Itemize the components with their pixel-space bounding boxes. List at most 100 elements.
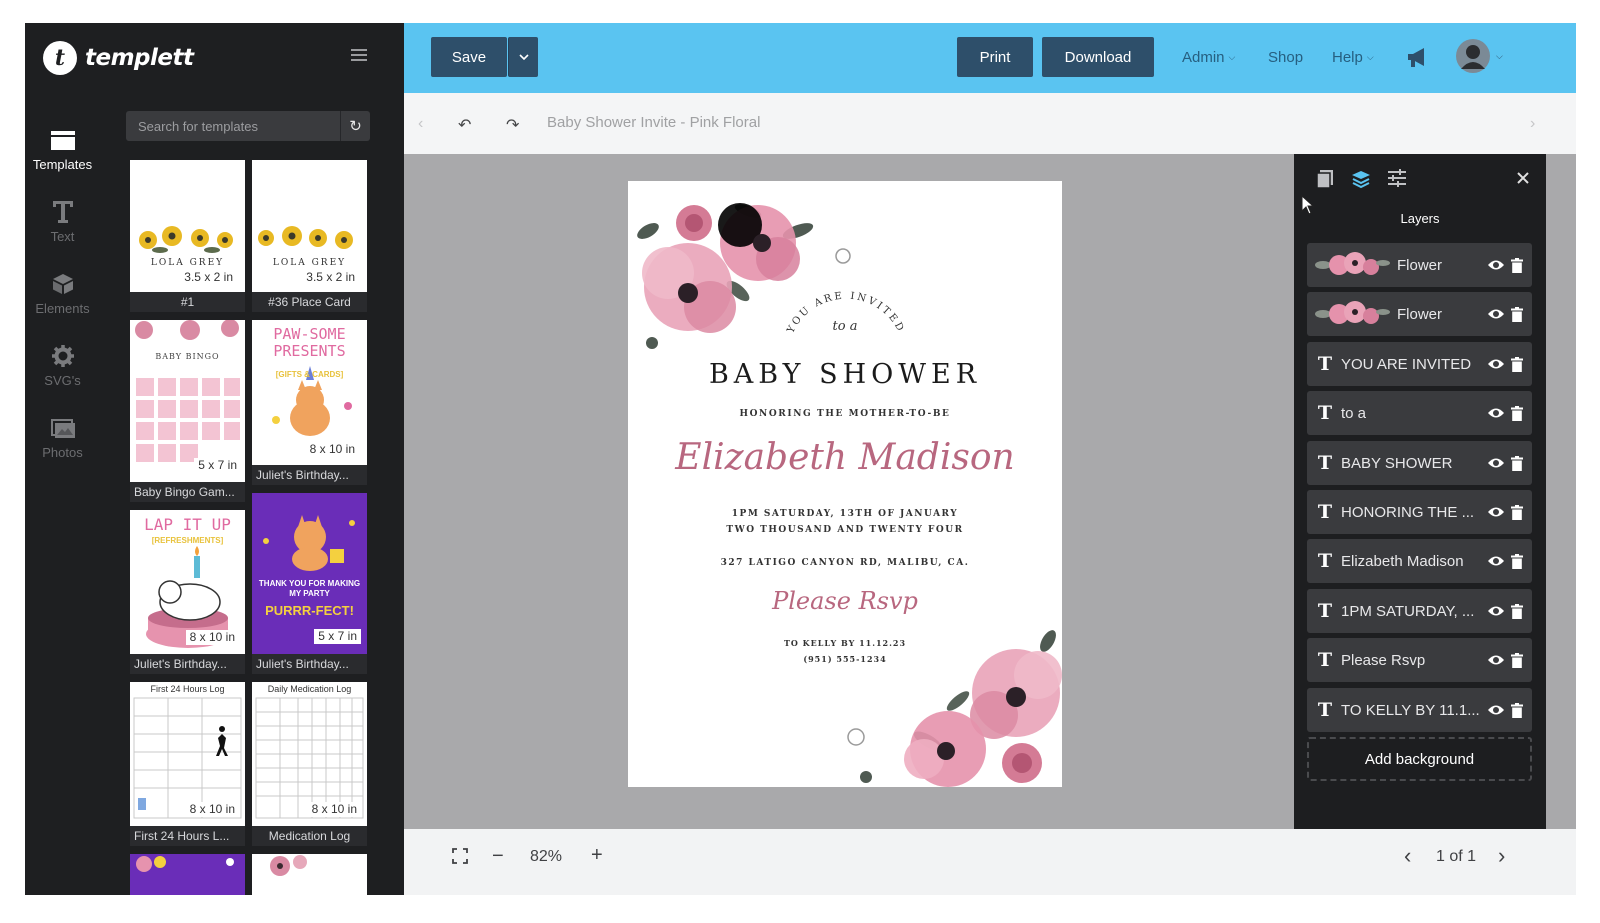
template-card[interactable]: THANK YOU FOR MAKING MY PARTY PURRR-FECT… bbox=[252, 493, 367, 674]
next-page-icon[interactable]: › bbox=[1498, 843, 1505, 869]
eye-icon[interactable] bbox=[1486, 308, 1506, 320]
back-chevron-icon[interactable]: ‹ bbox=[418, 115, 423, 133]
trash-icon[interactable] bbox=[1510, 356, 1524, 372]
avatar bbox=[1456, 39, 1490, 73]
trash-icon[interactable] bbox=[1510, 603, 1524, 619]
template-caption: Juliet's Birthday... bbox=[130, 654, 245, 674]
eye-icon[interactable] bbox=[1486, 605, 1506, 617]
eye-icon[interactable] bbox=[1486, 555, 1506, 567]
templett-logo[interactable]: t templett bbox=[43, 41, 194, 75]
forward-chevron-icon[interactable]: › bbox=[1530, 115, 1535, 133]
template-card[interactable]: BABY BINGO 5 x 7 in Baby Bingo Gam... bbox=[130, 320, 245, 502]
save-options-chevron-icon[interactable] bbox=[508, 37, 538, 77]
adjustments-icon[interactable] bbox=[1387, 169, 1407, 192]
layer-name: Flower bbox=[1397, 305, 1443, 323]
trash-icon[interactable] bbox=[1510, 405, 1524, 421]
redo-icon[interactable]: ↷ bbox=[506, 115, 519, 135]
refresh-icon[interactable]: ↻ bbox=[340, 111, 370, 141]
eye-icon[interactable] bbox=[1486, 457, 1506, 469]
eye-icon[interactable] bbox=[1486, 654, 1506, 666]
trash-icon[interactable] bbox=[1510, 652, 1524, 668]
pages-icon[interactable] bbox=[1316, 169, 1334, 194]
trash-icon[interactable] bbox=[1510, 306, 1524, 322]
layer-row[interactable]: T 1PM SATURDAY, ... bbox=[1307, 589, 1532, 633]
zoom-level[interactable]: 82% bbox=[530, 848, 562, 866]
print-button[interactable]: Print bbox=[957, 37, 1033, 77]
trash-icon[interactable] bbox=[1510, 455, 1524, 471]
layer-row[interactable]: T Please Rsvp bbox=[1307, 638, 1532, 682]
template-card[interactable]: LOLA GREY 3.5 x 2 in #1 bbox=[130, 160, 245, 312]
chevron-down-icon: ⌵ bbox=[1366, 52, 1374, 62]
layer-row[interactable]: T BABY SHOWER bbox=[1307, 441, 1532, 485]
template-card[interactable]: First 24 Hours Log 8 x 10 in First 24 Ho… bbox=[130, 682, 245, 846]
layer-row[interactable]: T YOU ARE INVITED bbox=[1307, 342, 1532, 386]
template-card[interactable]: LAP IT UP [REFRESHMENTS] 8 x 10 in Julie… bbox=[130, 510, 245, 674]
layer-name: Elizabeth Madison bbox=[1341, 552, 1464, 570]
template-card[interactable] bbox=[130, 854, 245, 895]
date-line-1: 1PM SATURDAY, 13TH OF JANUARY bbox=[731, 509, 959, 519]
template-caption: Baby Bingo Gam... bbox=[130, 482, 245, 502]
layer-name: to a bbox=[1341, 404, 1367, 422]
download-button[interactable]: Download bbox=[1042, 37, 1154, 77]
undo-icon[interactable]: ↶ bbox=[458, 115, 471, 135]
eye-icon[interactable] bbox=[1486, 407, 1506, 419]
template-card[interactable]: LOLA GREY 3.5 x 2 in #36 Place Card bbox=[252, 160, 367, 312]
shop-link[interactable]: Shop bbox=[1268, 49, 1303, 66]
zoom-in-icon[interactable]: + bbox=[591, 844, 603, 867]
fit-to-screen-icon[interactable] bbox=[452, 848, 468, 869]
layer-row[interactable]: T Elizabeth Madison bbox=[1307, 539, 1532, 583]
address-text: 327 LATIGO CANYON RD, MALIBU, CA. bbox=[720, 558, 970, 568]
help-label: Help bbox=[1332, 49, 1363, 66]
layer-name: HONORING THE ... bbox=[1341, 503, 1475, 521]
template-caption: #36 Place Card bbox=[252, 292, 367, 312]
rsvp-text: Please Rsvp bbox=[772, 587, 918, 615]
layer-name: BABY SHOWER bbox=[1341, 454, 1453, 472]
help-menu[interactable]: Help ⌵ bbox=[1332, 49, 1374, 66]
date-line-2: TWO THOUSAND AND TWENTY FOUR bbox=[726, 525, 964, 535]
layers-icon[interactable] bbox=[1351, 169, 1371, 194]
template-card[interactable] bbox=[252, 854, 367, 895]
text-layer-icon: T bbox=[1317, 402, 1333, 424]
admin-menu[interactable]: Admin ⌵ bbox=[1182, 49, 1235, 66]
trash-icon[interactable] bbox=[1510, 553, 1524, 569]
design-canvas[interactable]: YOU ARE INVITED to a BABY SHOWER HONORIN… bbox=[628, 181, 1062, 787]
layer-row[interactable]: Flower bbox=[1307, 243, 1532, 287]
gear-icon bbox=[51, 343, 74, 369]
template-card[interactable]: PAW-SOME PRESENTS [GIFTS & CARDS] 8 x 10… bbox=[252, 320, 367, 485]
template-card-subtext: PURRR-FECT! bbox=[265, 603, 354, 618]
template-caption: Juliet's Birthday... bbox=[252, 654, 367, 674]
layer-name: TO KELLY BY 11.1... bbox=[1341, 701, 1480, 719]
template-card-text: LAP IT UP bbox=[144, 515, 231, 534]
previous-page-icon[interactable]: ‹ bbox=[1404, 843, 1411, 869]
template-card[interactable]: Daily Medication Log 8 x 10 in Medicatio… bbox=[252, 682, 367, 846]
trash-icon[interactable] bbox=[1510, 504, 1524, 520]
document-title[interactable]: Baby Shower Invite - Pink Floral bbox=[547, 114, 760, 131]
add-background-button[interactable]: Add background bbox=[1307, 737, 1532, 781]
eye-icon[interactable] bbox=[1486, 358, 1506, 370]
save-button[interactable]: Save bbox=[431, 37, 507, 77]
nav-templates[interactable]: Templates bbox=[25, 113, 100, 185]
megaphone-icon[interactable] bbox=[1406, 45, 1430, 74]
layer-row[interactable]: T TO KELLY BY 11.1... bbox=[1307, 688, 1532, 732]
nav-elements[interactable]: Elements bbox=[25, 257, 100, 329]
text-layer-icon: T bbox=[1317, 353, 1333, 375]
nav-photos[interactable]: Photos bbox=[25, 401, 100, 473]
eye-icon[interactable] bbox=[1486, 506, 1506, 518]
layer-row[interactable]: Tto a bbox=[1307, 391, 1532, 435]
eye-icon[interactable] bbox=[1486, 259, 1506, 271]
nav-text[interactable]: Text bbox=[25, 185, 100, 257]
zoom-out-icon[interactable]: − bbox=[492, 845, 504, 868]
hamburger-menu-icon[interactable] bbox=[351, 49, 367, 61]
close-icon[interactable] bbox=[1516, 171, 1530, 190]
eye-icon[interactable] bbox=[1486, 704, 1506, 716]
layer-row[interactable]: T HONORING THE ... bbox=[1307, 490, 1532, 534]
nav-svgs[interactable]: SVG's bbox=[25, 329, 100, 401]
trash-icon[interactable] bbox=[1510, 702, 1524, 718]
template-card-text: PAW-SOME PRESENTS bbox=[273, 325, 346, 360]
trash-icon[interactable] bbox=[1510, 257, 1524, 273]
layer-row[interactable]: Flower bbox=[1307, 292, 1532, 336]
sidebar: t templett Templates Text Elements SVG's… bbox=[25, 23, 404, 895]
search-input[interactable] bbox=[126, 111, 340, 141]
user-menu[interactable]: ⌵ bbox=[1456, 39, 1503, 73]
template-thumbnail: Daily Medication Log 8 x 10 in bbox=[252, 682, 367, 826]
